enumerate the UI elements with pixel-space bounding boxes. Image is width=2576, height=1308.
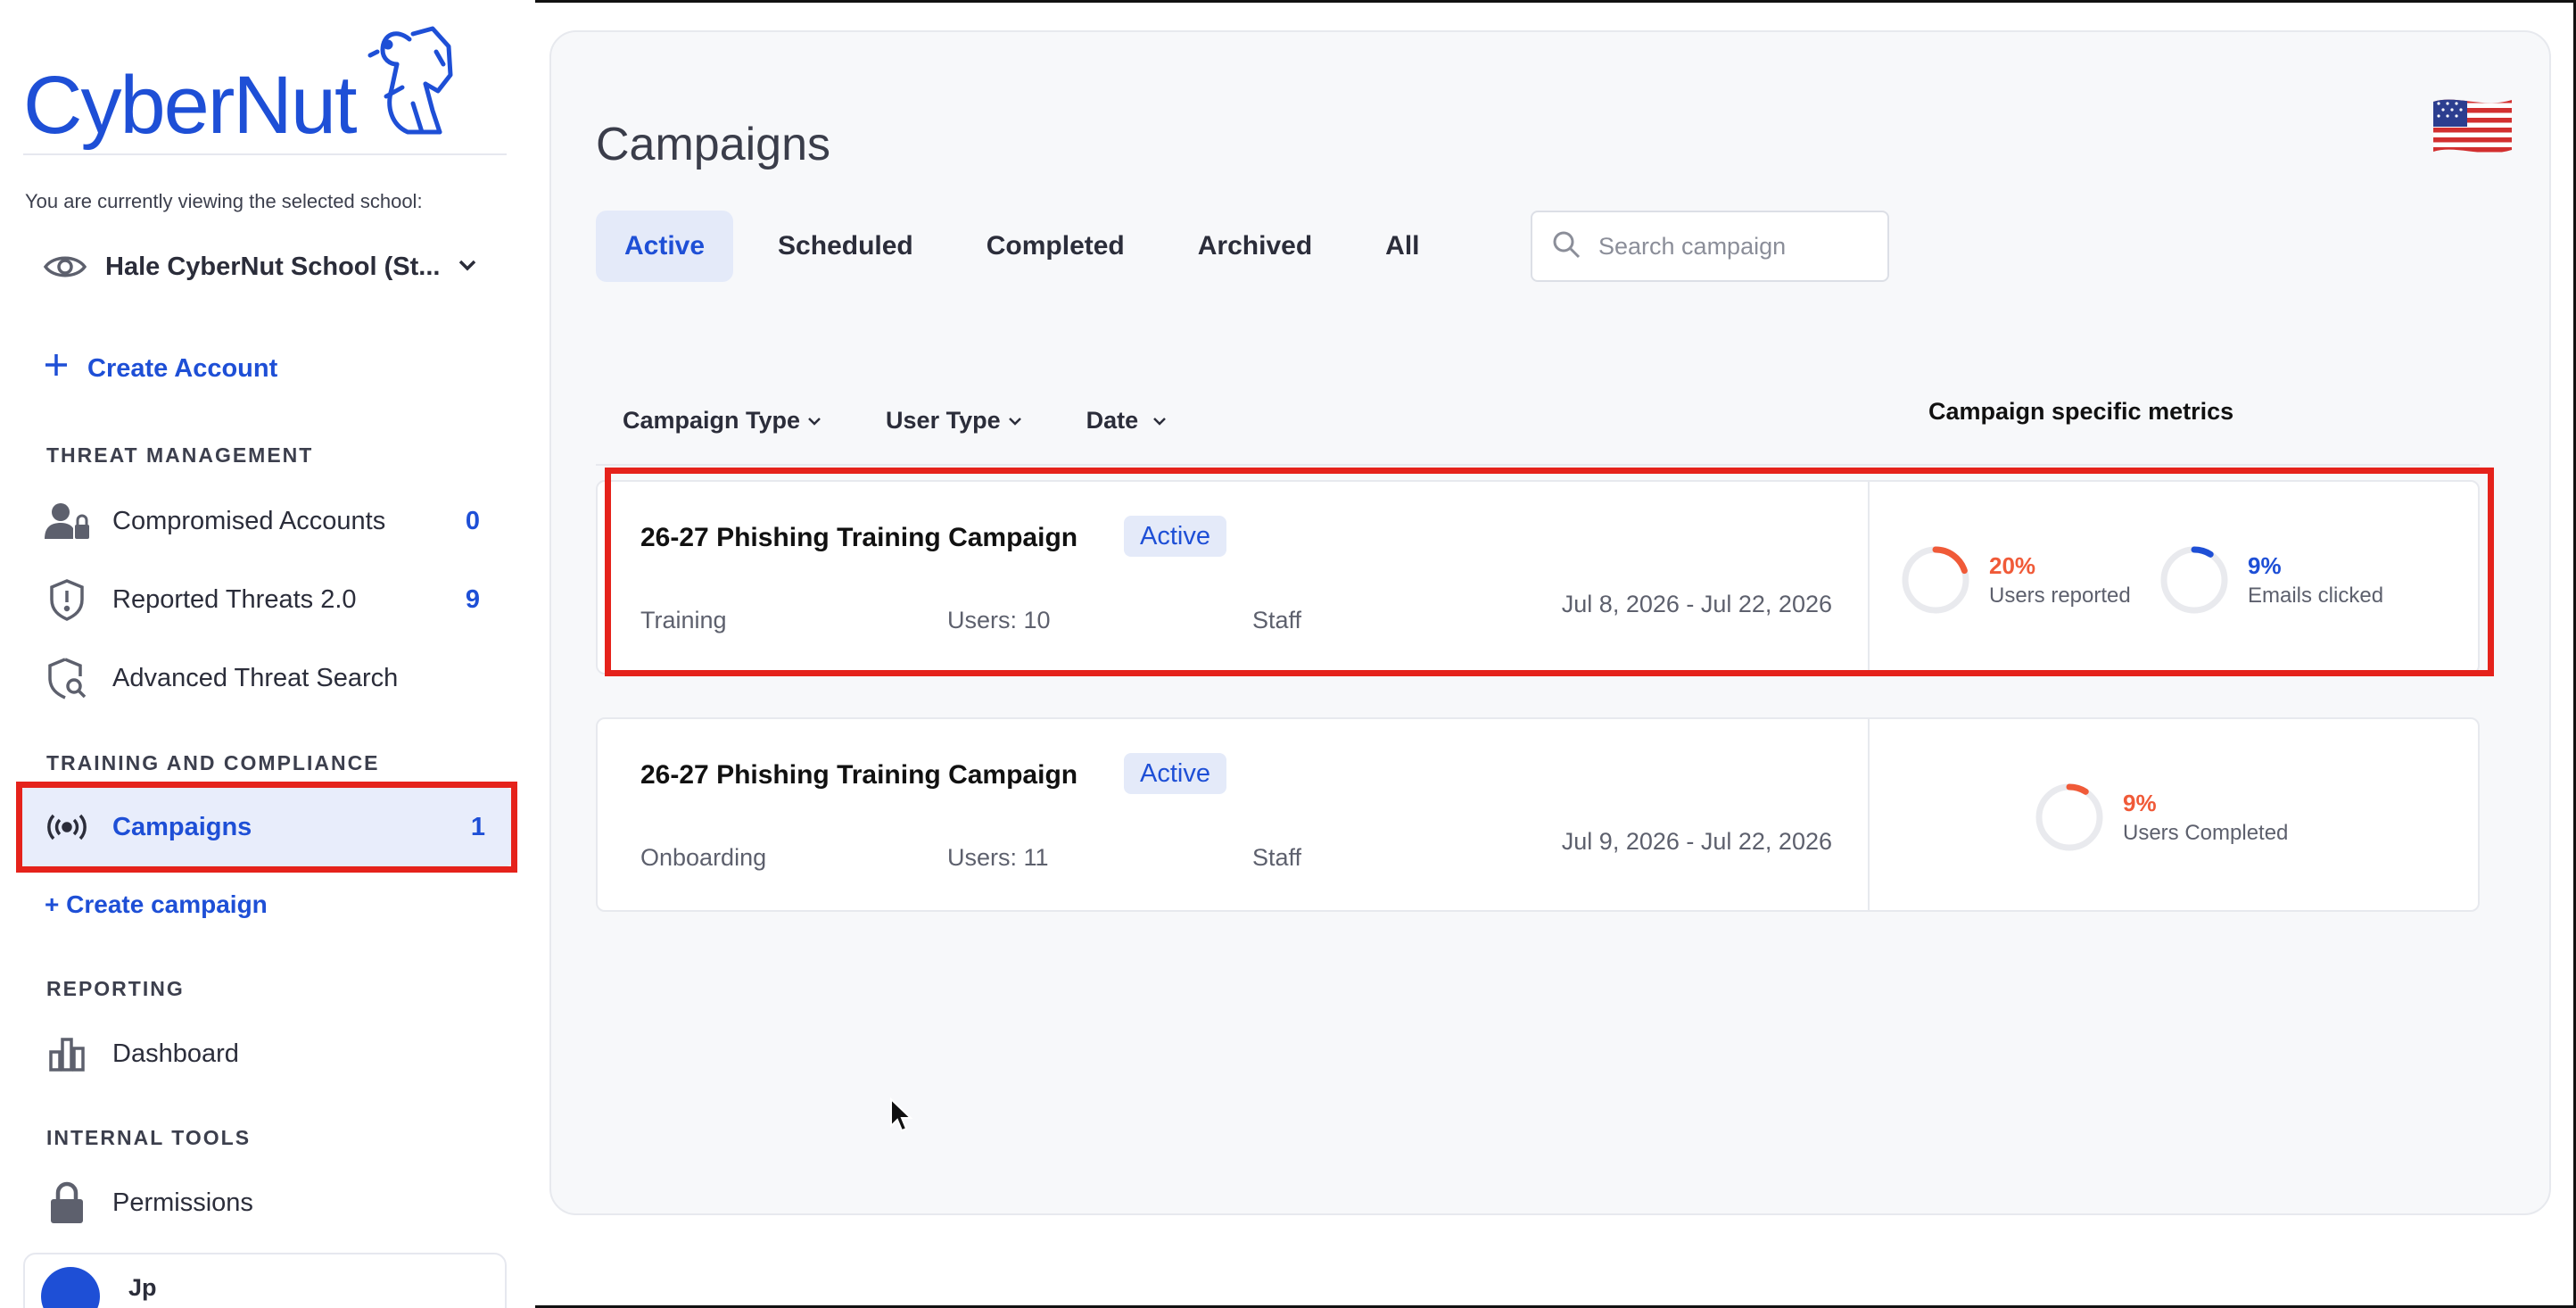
filter-label: User Type [886,407,1001,434]
us-flag-icon[interactable] [2430,95,2515,157]
campaign-users: Users: 10 [947,607,1051,633]
filter-user-type[interactable]: User Type [886,407,1022,435]
card-divider [1868,719,1870,910]
campaign-card[interactable]: 26-27 Phishing Training Campaign Active … [596,717,2480,912]
tab-scheduled[interactable]: Scheduled [749,211,942,282]
metrics-column-heading: Campaign specific metrics [1928,398,2234,425]
chevron-down-icon [1008,417,1021,426]
filter-bar: Campaign Type User Type Date [623,407,1231,435]
sidebar-item-reported-threats[interactable]: Reported Threats 2.0 9 [43,573,480,626]
campaign-title: 26-27 Phishing Training Campaign [640,760,1078,790]
chevron-down-icon [1153,417,1167,426]
search-box [1531,211,1889,282]
plus-icon [43,352,70,385]
metric-value: 9% [2248,551,2282,579]
count-badge: 1 [470,812,485,841]
sidebar-item-permissions[interactable]: Permissions [43,1176,480,1229]
filter-date[interactable]: Date [1086,407,1168,435]
campaign-audience: Staff [1252,844,1302,871]
section-heading-training-compliance: TRAINING AND COMPLIANCE [46,751,380,774]
metric-users-reported: 20% Users reported [1900,544,2131,616]
tab-completed[interactable]: Completed [958,211,1153,282]
metric-value: 9% [2123,789,2157,816]
sidebar-item-label: Advanced Threat Search [112,663,399,692]
metric-value: 20% [1989,551,2036,579]
filter-campaign-type[interactable]: Campaign Type [623,407,822,435]
sidebar-item-label: Dashboard [112,1039,239,1068]
search-icon [1552,230,1581,263]
bar-chart-icon [43,1030,91,1078]
sidebar-item-label: Compromised Accounts [112,506,386,535]
search-input[interactable] [1598,232,1866,261]
section-heading-threat-management: THREAT MANAGEMENT [46,443,314,467]
status-badge: Active [1124,753,1226,794]
sidebar-item-label: Reported Threats 2.0 [112,584,357,614]
school-selector[interactable]: Hale CyberNut School (St... [43,252,477,282]
sidebar-item-advanced-threat-search[interactable]: Advanced Threat Search [43,651,480,705]
create-campaign-link[interactable]: + Create campaign [45,890,268,919]
tab-all[interactable]: All [1357,211,1448,282]
school-name: Hale CyberNut School (St... [105,252,441,281]
metric-emails-clicked: 9% Emails clicked [2159,544,2383,616]
shield-alert-icon [43,575,91,624]
campaign-date-range: Jul 9, 2026 - Jul 22, 2026 [1561,828,1832,855]
create-account-label: Create Account [87,353,278,383]
compromised-user-icon [43,497,91,545]
create-account-button[interactable]: Create Account [43,352,277,385]
page-title: Campaigns [596,119,831,170]
status-tabs: Active Scheduled Completed Archived All [596,211,1465,282]
progress-ring [2160,546,2228,614]
logo-divider [23,153,507,155]
progress-ring [1902,546,1969,614]
progress-ring [2035,783,2103,851]
ring-track [2160,546,2228,614]
section-heading-internal-tools: INTERNAL TOOLS [46,1126,252,1149]
filter-label: Campaign Type [623,407,801,434]
section-heading-reporting: REPORTING [46,977,185,1000]
tab-archived[interactable]: Archived [1169,211,1341,282]
brand-name: CyberNut [23,60,358,151]
user-account-card[interactable]: Jp [23,1253,507,1308]
mouse-cursor-icon [890,1097,913,1132]
sidebar: CyberNut You are currently viewing the s… [0,0,535,1308]
count-badge: 0 [465,506,480,535]
eye-icon [43,252,87,282]
tab-active[interactable]: Active [596,211,734,282]
campaign-date-range: Jul 8, 2026 - Jul 22, 2026 [1561,591,1832,617]
ring-track [2035,783,2103,851]
filter-label: Date [1086,407,1139,434]
sidebar-item-compromised-accounts[interactable]: Compromised Accounts 0 [43,494,480,548]
sidebar-item-label: Campaigns [112,812,252,841]
brand-logo[interactable]: CyberNut [23,25,456,146]
campaign-card[interactable]: 26-27 Phishing Training Campaign Active … [596,480,2480,675]
main-panel: Campaigns Active Scheduled Completed Arc… [549,30,2551,1215]
campaign-users: Users: 11 [947,844,1049,871]
chevron-down-icon [458,258,477,277]
chevron-down-icon [808,417,821,426]
sidebar-item-dashboard[interactable]: Dashboard [43,1027,480,1080]
count-badge: 9 [465,584,480,614]
campaign-type: Onboarding [640,844,767,871]
user-name: Jp [128,1274,157,1301]
lock-icon [43,1179,91,1227]
viewing-context-label: You are currently viewing the selected s… [25,190,423,212]
metric-label: Users Completed [2123,820,2289,845]
broadcast-icon [43,803,91,851]
card-divider [1868,482,1870,673]
status-badge: Active [1124,516,1226,557]
metric-label: Users reported [1989,583,2131,608]
campaign-title: 26-27 Phishing Training Campaign [640,523,1078,552]
header-divider [596,464,2480,466]
metric-label: Emails clicked [2248,583,2384,608]
avatar [41,1267,100,1308]
squirrel-logo-icon [367,26,453,135]
shield-search-icon [43,654,91,702]
sidebar-item-campaigns[interactable]: Campaigns 1 [20,788,512,866]
campaign-type: Training [640,607,727,633]
metric-users-completed: 9% Users Completed [2034,782,2288,853]
sidebar-item-label: Permissions [112,1188,253,1217]
campaign-audience: Staff [1252,607,1302,633]
